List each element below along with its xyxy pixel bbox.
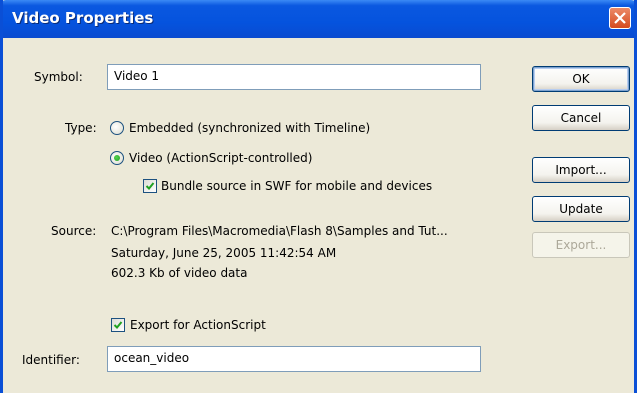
update-button[interactable]: Update <box>532 196 630 222</box>
title-bar[interactable]: Video Properties <box>3 0 634 38</box>
checkmark-icon <box>113 321 123 329</box>
type-label: Type: <box>65 121 97 135</box>
symbol-label: Symbol: <box>34 70 83 84</box>
dialog-title: Video Properties <box>12 9 154 27</box>
source-label: Source: <box>51 224 97 238</box>
radio-video[interactable] <box>110 151 124 165</box>
export-checkbox[interactable] <box>111 318 125 332</box>
checkmark-icon <box>145 182 155 190</box>
video-properties-dialog: Video Properties Symbol: Video 1 Type: E… <box>0 0 637 393</box>
identifier-input[interactable]: ocean_video <box>107 346 481 372</box>
source-size: 602.3 Kb of video data <box>111 266 248 280</box>
ok-button[interactable]: OK <box>532 66 630 92</box>
close-icon <box>614 12 626 24</box>
bundle-checkbox[interactable] <box>143 179 157 193</box>
radio-video-label[interactable]: Video (ActionScript-controlled) <box>129 151 312 165</box>
export-label[interactable]: Export for ActionScript <box>130 318 266 332</box>
close-button[interactable] <box>609 7 631 29</box>
radio-embedded[interactable] <box>110 121 124 135</box>
cancel-button[interactable]: Cancel <box>532 105 630 131</box>
radio-selected-dot <box>114 155 120 161</box>
source-path: C:\Program Files\Macromedia\Flash 8\Samp… <box>111 224 448 238</box>
symbol-input[interactable]: Video 1 <box>107 64 481 90</box>
identifier-label: Identifier: <box>22 353 80 367</box>
export-button: Export... <box>532 232 630 258</box>
import-button[interactable]: Import... <box>532 157 630 183</box>
radio-embedded-label[interactable]: Embedded (synchronized with Timeline) <box>129 121 370 135</box>
source-date: Saturday, June 25, 2005 11:42:54 AM <box>111 246 337 260</box>
bundle-label[interactable]: Bundle source in SWF for mobile and devi… <box>161 179 432 193</box>
